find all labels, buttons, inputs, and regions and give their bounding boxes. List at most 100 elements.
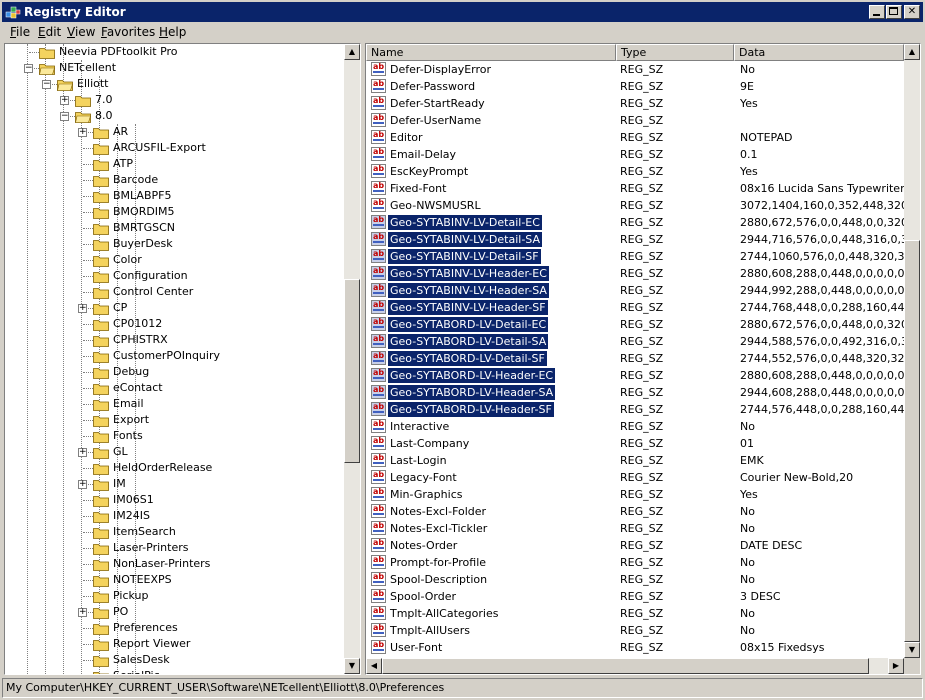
list-hscroll-thumb[interactable] bbox=[382, 658, 869, 674]
value-row[interactable]: ab Defer-StartReady REG_SZ Yes bbox=[366, 95, 920, 112]
collapse-icon[interactable]: − bbox=[24, 64, 33, 73]
expand-icon[interactable]: + bbox=[78, 608, 87, 617]
tree-item[interactable]: − 8.0 bbox=[5, 108, 344, 124]
value-row[interactable]: ab Last-Login REG_SZ EMK bbox=[366, 452, 920, 469]
tree-item[interactable]: IM06S1 bbox=[5, 492, 344, 508]
value-row[interactable]: ab Notes-Excl-Tickler REG_SZ No bbox=[366, 520, 920, 537]
menu-edit[interactable]: Edit bbox=[38, 25, 61, 39]
tree-item[interactable]: Preferences bbox=[5, 620, 344, 636]
value-row[interactable]: ab Geo-SYTABORD-LV-Detail-SA REG_SZ 2944,58… bbox=[366, 333, 920, 350]
expand-icon[interactable]: + bbox=[78, 128, 87, 137]
value-row[interactable]: ab Geo-SYTABINV-LV-Header-SF REG_SZ 2744,76… bbox=[366, 299, 920, 316]
value-row[interactable]: ab Legacy-Font REG_SZ Courier New-Bold,20 bbox=[366, 469, 920, 486]
value-row[interactable]: ab Email-Delay REG_SZ 0.1 bbox=[366, 146, 920, 163]
minimize-button[interactable] bbox=[869, 5, 885, 19]
tree-item[interactable]: Color bbox=[5, 252, 344, 268]
collapse-icon[interactable]: − bbox=[42, 80, 51, 89]
value-row[interactable]: ab Geo-SYTABINV-LV-Detail-SF REG_SZ 2744,10… bbox=[366, 248, 920, 265]
value-row[interactable]: ab Notes-Order REG_SZ DATE DESC bbox=[366, 537, 920, 554]
value-row[interactable]: ab Tmplt-AllUsers REG_SZ No bbox=[366, 622, 920, 639]
tree-item[interactable]: CustomerPOInquiry bbox=[5, 348, 344, 364]
maximize-button[interactable] bbox=[886, 5, 902, 19]
value-row[interactable]: ab Prompt-for-Profile REG_SZ No bbox=[366, 554, 920, 571]
tree-scroll-thumb[interactable] bbox=[344, 279, 360, 463]
list-scroll-up-button[interactable]: ▲ bbox=[904, 44, 920, 60]
tree-item[interactable]: + CP bbox=[5, 300, 344, 316]
close-button[interactable]: ✕ bbox=[904, 5, 920, 19]
value-row[interactable]: ab Geo-SYTABINV-LV-Header-EC REG_SZ 2880,60… bbox=[366, 265, 920, 282]
expand-icon[interactable]: + bbox=[78, 448, 87, 457]
tree-item[interactable]: eContact bbox=[5, 380, 344, 396]
value-row[interactable]: ab Geo-SYTABORD-LV-Header-SF REG_SZ 2744,57… bbox=[366, 401, 920, 418]
expand-icon[interactable]: + bbox=[78, 304, 87, 313]
value-row[interactable]: ab Geo-NWSMUSRL REG_SZ 3072,1404,160,0,352,… bbox=[366, 197, 920, 214]
value-row[interactable]: ab Spool-Description REG_SZ No bbox=[366, 571, 920, 588]
value-row[interactable]: ab Geo-SYTABORD-LV-Detail-SF REG_SZ 2744,55… bbox=[366, 350, 920, 367]
tree-item[interactable]: Barcode bbox=[5, 172, 344, 188]
tree-item[interactable]: Fonts bbox=[5, 428, 344, 444]
tree-item[interactable]: ItemSearch bbox=[5, 524, 344, 540]
collapse-icon[interactable]: − bbox=[60, 112, 69, 121]
tree-item[interactable]: + IM bbox=[5, 476, 344, 492]
tree-item[interactable]: Report Viewer bbox=[5, 636, 344, 652]
tree-item[interactable]: SalesDesk bbox=[5, 652, 344, 668]
expand-icon[interactable]: + bbox=[60, 96, 69, 105]
value-row[interactable]: ab Defer-UserName REG_SZ bbox=[366, 112, 920, 129]
value-row[interactable]: ab Geo-SYTABINV-LV-Detail-SA REG_SZ 2944,71… bbox=[366, 231, 920, 248]
tree-item[interactable]: BMRTGSCN bbox=[5, 220, 344, 236]
value-row[interactable]: ab Geo-SYTABINV-LV-Detail-EC REG_SZ 2880,67… bbox=[366, 214, 920, 231]
tree-item[interactable]: + AR bbox=[5, 124, 344, 140]
list-scroll-left-button[interactable]: ◀ bbox=[366, 658, 382, 674]
tree-item[interactable]: Control Center bbox=[5, 284, 344, 300]
tree-item[interactable]: +7.0 bbox=[5, 92, 344, 108]
tree-item[interactable]: Export bbox=[5, 412, 344, 428]
tree-item[interactable]: Laser-Printers bbox=[5, 540, 344, 556]
tree-item[interactable]: BMORDIM5 bbox=[5, 204, 344, 220]
tree-scroll-up-button[interactable]: ▲ bbox=[344, 44, 360, 60]
value-row[interactable]: ab Geo-SYTABORD-LV-Detail-EC REG_SZ 2880,67… bbox=[366, 316, 920, 333]
tree-scroll-down-button[interactable]: ▼ bbox=[344, 658, 360, 674]
list-horizontal-scrollbar[interactable]: ◀ ▶ bbox=[366, 658, 904, 674]
value-row[interactable]: ab Spool-Order REG_SZ 3 DESC bbox=[366, 588, 920, 605]
values-list-pane[interactable]: Name Type Data ab Defer-DisplayError REG_S… bbox=[365, 43, 921, 675]
value-row[interactable]: ab Geo-SYTABINV-LV-Header-SA REG_SZ 2944,99… bbox=[366, 282, 920, 299]
tree-item[interactable]: CPHISTRX bbox=[5, 332, 344, 348]
list-scroll-right-button[interactable]: ▶ bbox=[888, 658, 904, 674]
tree-item[interactable]: Email bbox=[5, 396, 344, 412]
list-scroll-thumb[interactable] bbox=[904, 240, 920, 642]
value-row[interactable]: ab User-Font REG_SZ 08x15 Fixedsys bbox=[366, 639, 920, 656]
value-row[interactable]: ab Min-Graphics REG_SZ Yes bbox=[366, 486, 920, 503]
column-header-name[interactable]: Name bbox=[366, 44, 616, 61]
menu-file[interactable]: File bbox=[10, 25, 30, 39]
tree-item[interactable]: Neevia PDFtoolkit Pro bbox=[5, 44, 344, 60]
tree-item[interactable]: NonLaser-Printers bbox=[5, 556, 344, 572]
value-row[interactable]: ab Fixed-Font REG_SZ 08x16 Lucida Sans Type… bbox=[366, 180, 920, 197]
tree-item[interactable]: Debug bbox=[5, 364, 344, 380]
value-row[interactable]: ab Interactive REG_SZ No bbox=[366, 418, 920, 435]
column-header-data[interactable]: Data bbox=[734, 44, 904, 61]
tree-item[interactable]: HeldOrderRelease bbox=[5, 460, 344, 476]
tree-item[interactable]: − Elliott bbox=[5, 76, 344, 92]
value-row[interactable]: ab Geo-SYTABORD-LV-Header-EC REG_SZ 2880,60… bbox=[366, 367, 920, 384]
tree-vertical-scrollbar[interactable]: ▲ ▼ bbox=[344, 44, 360, 674]
tree-item[interactable]: BuyerDesk bbox=[5, 236, 344, 252]
value-row[interactable]: ab Defer-DisplayError REG_SZ No bbox=[366, 61, 920, 78]
list-vertical-scrollbar[interactable]: ▲ ▼ bbox=[904, 44, 920, 658]
value-row[interactable]: ab Editor REG_SZ NOTEPAD bbox=[366, 129, 920, 146]
tree-item[interactable]: + GL bbox=[5, 444, 344, 460]
menu-help[interactable]: Help bbox=[159, 25, 186, 39]
value-row[interactable]: ab Last-Company REG_SZ 01 bbox=[366, 435, 920, 452]
tree-item[interactable]: + PO bbox=[5, 604, 344, 620]
tree-item[interactable]: IM24IS bbox=[5, 508, 344, 524]
value-row[interactable]: ab Geo-SYTABORD-LV-Header-SA REG_SZ 2944,60… bbox=[366, 384, 920, 401]
tree-item[interactable]: NOTEEXPS bbox=[5, 572, 344, 588]
tree-item[interactable]: SerialPic bbox=[5, 668, 344, 674]
value-row[interactable]: ab Notes-Excl-Folder REG_SZ No bbox=[366, 503, 920, 520]
tree-item[interactable]: − NETcellent bbox=[5, 60, 344, 76]
tree-item[interactable]: BMLABPF5 bbox=[5, 188, 344, 204]
menu-favorites[interactable]: Favorites bbox=[101, 25, 155, 39]
tree-item[interactable]: ATP bbox=[5, 156, 344, 172]
title-bar[interactable]: Registry Editor ✕ bbox=[2, 2, 923, 22]
tree-pane[interactable]: Neevia PDFtoolkit Pro − NETcellent − Elliott… bbox=[4, 43, 361, 675]
value-row[interactable]: ab Tmplt-AllCategories REG_SZ No bbox=[366, 605, 920, 622]
